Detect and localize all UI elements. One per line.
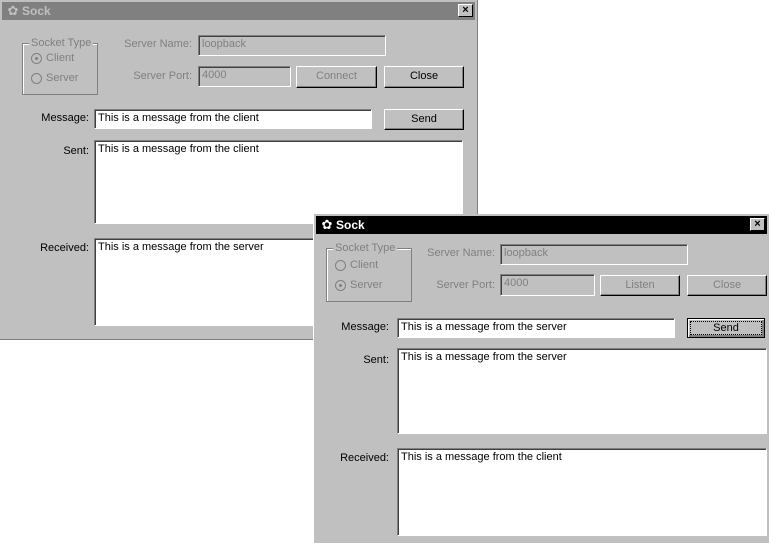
received-textarea[interactable]: This is a message from the client [397, 448, 767, 536]
sent-textarea[interactable]: This is a message from the client [94, 140, 463, 224]
received-label: Received: [340, 452, 389, 464]
radio-unselected-icon [31, 72, 42, 84]
socket-type-label: Socket Type [29, 37, 94, 49]
received-label: Received: [40, 242, 89, 254]
close-button[interactable]: Close [384, 66, 464, 88]
server-radio[interactable]: Server [31, 72, 78, 84]
send-button[interactable]: Send [384, 109, 464, 130]
message-label: Message: [341, 321, 389, 333]
client-radio-label: Client [46, 52, 75, 64]
server-window: ✿ Sock × Socket Type Client Server Serve… [313, 214, 769, 543]
server-radio-label: Server [350, 279, 383, 291]
server-port-field[interactable]: 4000 [500, 274, 595, 296]
server-name-label: Server Name: [124, 38, 192, 50]
client-radio[interactable]: Client [31, 52, 74, 64]
close-window-button[interactable]: × [458, 4, 473, 17]
sent-label: Sent: [63, 145, 89, 157]
socket-type-label: Socket Type [333, 242, 398, 254]
server-radio-label: Server [46, 72, 79, 84]
sock-app-icon: ✿ [321, 217, 333, 232]
client-radio-label: Client [350, 259, 379, 271]
radio-unselected-icon [335, 259, 346, 271]
message-input[interactable]: This is a message from the client [94, 109, 372, 129]
server-name-field[interactable]: loopback [500, 244, 688, 265]
radio-selected-icon [31, 52, 42, 64]
server-radio[interactable]: Server [335, 279, 382, 291]
close-button[interactable]: Close [687, 275, 767, 296]
title-bar[interactable]: ✿ Sock × [2, 2, 475, 20]
server-name-label: Server Name: [427, 247, 495, 259]
socket-type-group: Socket Type Client Server [22, 37, 98, 95]
socket-type-group: Socket Type Client Server [326, 242, 412, 302]
connect-button[interactable]: Connect [296, 66, 377, 88]
client-radio[interactable]: Client [335, 259, 378, 271]
radio-selected-icon [335, 279, 346, 291]
listen-button[interactable]: Listen [600, 275, 680, 296]
close-window-button[interactable]: × [750, 218, 765, 231]
sent-textarea[interactable]: This is a message from the server [397, 348, 767, 434]
sent-label: Sent: [363, 354, 389, 366]
server-name-field[interactable]: loopback [198, 35, 386, 56]
title-bar[interactable]: ✿ Sock × [316, 216, 767, 234]
server-port-label: Server Port: [133, 70, 192, 82]
server-port-field[interactable]: 4000 [198, 66, 291, 87]
send-button[interactable]: Send [687, 318, 765, 338]
message-label: Message: [41, 112, 89, 124]
window-title: Sock [336, 218, 365, 232]
message-input[interactable]: This is a message from the server [397, 318, 675, 338]
window-title: Sock [22, 4, 51, 18]
server-port-label: Server Port: [436, 279, 495, 291]
sock-app-icon: ✿ [7, 3, 19, 18]
